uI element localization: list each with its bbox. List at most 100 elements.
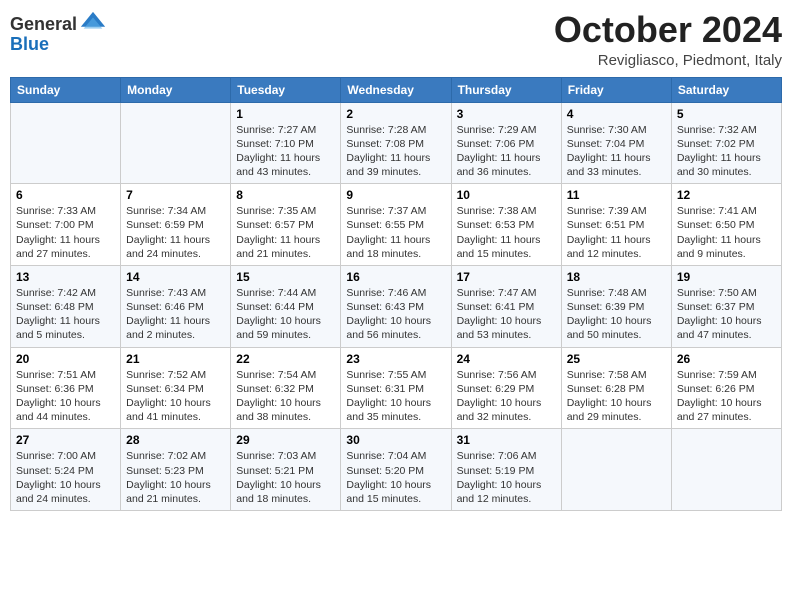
- column-header-saturday: Saturday: [671, 77, 781, 102]
- day-number: 23: [346, 352, 445, 366]
- calendar-cell: 7 Sunrise: 7:34 AM Sunset: 6:59 PM Daylig…: [121, 184, 231, 266]
- calendar-week-row: 27 Sunrise: 7:00 AM Sunset: 5:24 PM Dayli…: [11, 429, 782, 511]
- day-info: Sunrise: 7:34 AM Sunset: 6:59 PM Dayligh…: [126, 204, 225, 261]
- calendar-cell: 31 Sunrise: 7:06 AM Sunset: 5:19 PM Dayli…: [451, 429, 561, 511]
- calendar-cell: 14 Sunrise: 7:43 AM Sunset: 6:46 PM Dayli…: [121, 265, 231, 347]
- day-info: Sunrise: 7:03 AM Sunset: 5:21 PM Dayligh…: [236, 449, 335, 506]
- day-info: Sunrise: 7:37 AM Sunset: 6:55 PM Dayligh…: [346, 204, 445, 261]
- column-header-monday: Monday: [121, 77, 231, 102]
- day-info: Sunrise: 7:46 AM Sunset: 6:43 PM Dayligh…: [346, 286, 445, 343]
- calendar-cell: 1 Sunrise: 7:27 AM Sunset: 7:10 PM Daylig…: [231, 102, 341, 184]
- day-number: 13: [16, 270, 115, 284]
- calendar-cell: [671, 429, 781, 511]
- calendar-cell: 5 Sunrise: 7:32 AM Sunset: 7:02 PM Daylig…: [671, 102, 781, 184]
- day-number: 30: [346, 433, 445, 447]
- day-number: 24: [457, 352, 556, 366]
- day-info: Sunrise: 7:39 AM Sunset: 6:51 PM Dayligh…: [567, 204, 666, 261]
- day-number: 28: [126, 433, 225, 447]
- calendar-cell: [561, 429, 671, 511]
- calendar-cell: 3 Sunrise: 7:29 AM Sunset: 7:06 PM Daylig…: [451, 102, 561, 184]
- day-number: 11: [567, 188, 666, 202]
- calendar-cell: 10Sunrise: 7:38 AM Sunset: 6:53 PM Dayli…: [451, 184, 561, 266]
- location: Revigliasco, Piedmont, Italy: [554, 52, 782, 69]
- day-number: 15: [236, 270, 335, 284]
- day-info: Sunrise: 7:06 AM Sunset: 5:19 PM Dayligh…: [457, 449, 556, 506]
- calendar-header-row: SundayMondayTuesdayWednesdayThursdayFrid…: [11, 77, 782, 102]
- day-info: Sunrise: 7:00 AM Sunset: 5:24 PM Dayligh…: [16, 449, 115, 506]
- day-info: Sunrise: 7:58 AM Sunset: 6:28 PM Dayligh…: [567, 368, 666, 425]
- calendar-cell: 20 Sunrise: 7:51 AM Sunset: 6:36 PM Dayli…: [11, 347, 121, 429]
- day-info: Sunrise: 7:54 AM Sunset: 6:32 PM Dayligh…: [236, 368, 335, 425]
- day-info: Sunrise: 7:41 AM Sunset: 6:50 PM Dayligh…: [677, 204, 776, 261]
- calendar-week-row: 6Sunrise: 7:33 AM Sunset: 7:00 PM Daylig…: [11, 184, 782, 266]
- column-header-tuesday: Tuesday: [231, 77, 341, 102]
- day-number: 31: [457, 433, 556, 447]
- calendar-cell: 23Sunrise: 7:55 AM Sunset: 6:31 PM Dayli…: [341, 347, 451, 429]
- calendar-cell: 21 Sunrise: 7:52 AM Sunset: 6:34 PM Dayli…: [121, 347, 231, 429]
- calendar-cell: 16 Sunrise: 7:46 AM Sunset: 6:43 PM Dayli…: [341, 265, 451, 347]
- column-header-thursday: Thursday: [451, 77, 561, 102]
- day-info: Sunrise: 7:44 AM Sunset: 6:44 PM Dayligh…: [236, 286, 335, 343]
- day-number: 17: [457, 270, 556, 284]
- calendar-cell: 9 Sunrise: 7:37 AM Sunset: 6:55 PM Daylig…: [341, 184, 451, 266]
- day-number: 14: [126, 270, 225, 284]
- day-info: Sunrise: 7:28 AM Sunset: 7:08 PM Dayligh…: [346, 123, 445, 180]
- day-info: Sunrise: 7:32 AM Sunset: 7:02 PM Dayligh…: [677, 123, 776, 180]
- day-number: 16: [346, 270, 445, 284]
- day-info: Sunrise: 7:02 AM Sunset: 5:23 PM Dayligh…: [126, 449, 225, 506]
- day-number: 1: [236, 107, 335, 121]
- calendar-cell: 28 Sunrise: 7:02 AM Sunset: 5:23 PM Dayli…: [121, 429, 231, 511]
- day-info: Sunrise: 7:42 AM Sunset: 6:48 PM Dayligh…: [16, 286, 115, 343]
- calendar-cell: 8Sunrise: 7:35 AM Sunset: 6:57 PM Daylig…: [231, 184, 341, 266]
- day-info: Sunrise: 7:33 AM Sunset: 7:00 PM Dayligh…: [16, 204, 115, 261]
- calendar-cell: 6Sunrise: 7:33 AM Sunset: 7:00 PM Daylig…: [11, 184, 121, 266]
- calendar-cell: 24 Sunrise: 7:56 AM Sunset: 6:29 PM Dayli…: [451, 347, 561, 429]
- calendar-cell: [11, 102, 121, 184]
- day-info: Sunrise: 7:47 AM Sunset: 6:41 PM Dayligh…: [457, 286, 556, 343]
- column-header-friday: Friday: [561, 77, 671, 102]
- calendar-cell: 25 Sunrise: 7:58 AM Sunset: 6:28 PM Dayli…: [561, 347, 671, 429]
- day-number: 4: [567, 107, 666, 121]
- calendar-cell: [121, 102, 231, 184]
- day-number: 9: [346, 188, 445, 202]
- calendar-cell: 13 Sunrise: 7:42 AM Sunset: 6:48 PM Dayli…: [11, 265, 121, 347]
- day-number: 18: [567, 270, 666, 284]
- day-info: Sunrise: 7:56 AM Sunset: 6:29 PM Dayligh…: [457, 368, 556, 425]
- calendar-week-row: 1 Sunrise: 7:27 AM Sunset: 7:10 PM Daylig…: [11, 102, 782, 184]
- day-number: 2: [346, 107, 445, 121]
- calendar-week-row: 13 Sunrise: 7:42 AM Sunset: 6:48 PM Dayli…: [11, 265, 782, 347]
- day-info: Sunrise: 7:52 AM Sunset: 6:34 PM Dayligh…: [126, 368, 225, 425]
- calendar-cell: 4Sunrise: 7:30 AM Sunset: 7:04 PM Daylig…: [561, 102, 671, 184]
- day-info: Sunrise: 7:27 AM Sunset: 7:10 PM Dayligh…: [236, 123, 335, 180]
- calendar-cell: 2 Sunrise: 7:28 AM Sunset: 7:08 PM Daylig…: [341, 102, 451, 184]
- column-header-wednesday: Wednesday: [341, 77, 451, 102]
- day-number: 12: [677, 188, 776, 202]
- column-header-sunday: Sunday: [11, 77, 121, 102]
- day-number: 20: [16, 352, 115, 366]
- day-number: 5: [677, 107, 776, 121]
- day-info: Sunrise: 7:38 AM Sunset: 6:53 PM Dayligh…: [457, 204, 556, 261]
- day-number: 26: [677, 352, 776, 366]
- calendar-week-row: 20 Sunrise: 7:51 AM Sunset: 6:36 PM Dayli…: [11, 347, 782, 429]
- day-number: 7: [126, 188, 225, 202]
- month-title: October 2024: [554, 10, 782, 50]
- day-number: 8: [236, 188, 335, 202]
- logo-icon: [79, 10, 107, 38]
- day-info: Sunrise: 7:43 AM Sunset: 6:46 PM Dayligh…: [126, 286, 225, 343]
- day-info: Sunrise: 7:29 AM Sunset: 7:06 PM Dayligh…: [457, 123, 556, 180]
- calendar-cell: 11 Sunrise: 7:39 AM Sunset: 6:51 PM Dayli…: [561, 184, 671, 266]
- calendar-cell: 18 Sunrise: 7:48 AM Sunset: 6:39 PM Dayli…: [561, 265, 671, 347]
- day-info: Sunrise: 7:51 AM Sunset: 6:36 PM Dayligh…: [16, 368, 115, 425]
- day-number: 3: [457, 107, 556, 121]
- calendar-cell: 22 Sunrise: 7:54 AM Sunset: 6:32 PM Dayli…: [231, 347, 341, 429]
- title-block: October 2024 Revigliasco, Piedmont, Ital…: [554, 10, 782, 69]
- day-number: 22: [236, 352, 335, 366]
- day-info: Sunrise: 7:50 AM Sunset: 6:37 PM Dayligh…: [677, 286, 776, 343]
- page-header: General Blue October 2024 Revigliasco, P…: [10, 10, 782, 69]
- day-number: 27: [16, 433, 115, 447]
- calendar-cell: 26Sunrise: 7:59 AM Sunset: 6:26 PM Dayli…: [671, 347, 781, 429]
- calendar-cell: 30Sunrise: 7:04 AM Sunset: 5:20 PM Dayli…: [341, 429, 451, 511]
- day-info: Sunrise: 7:48 AM Sunset: 6:39 PM Dayligh…: [567, 286, 666, 343]
- day-number: 21: [126, 352, 225, 366]
- day-number: 25: [567, 352, 666, 366]
